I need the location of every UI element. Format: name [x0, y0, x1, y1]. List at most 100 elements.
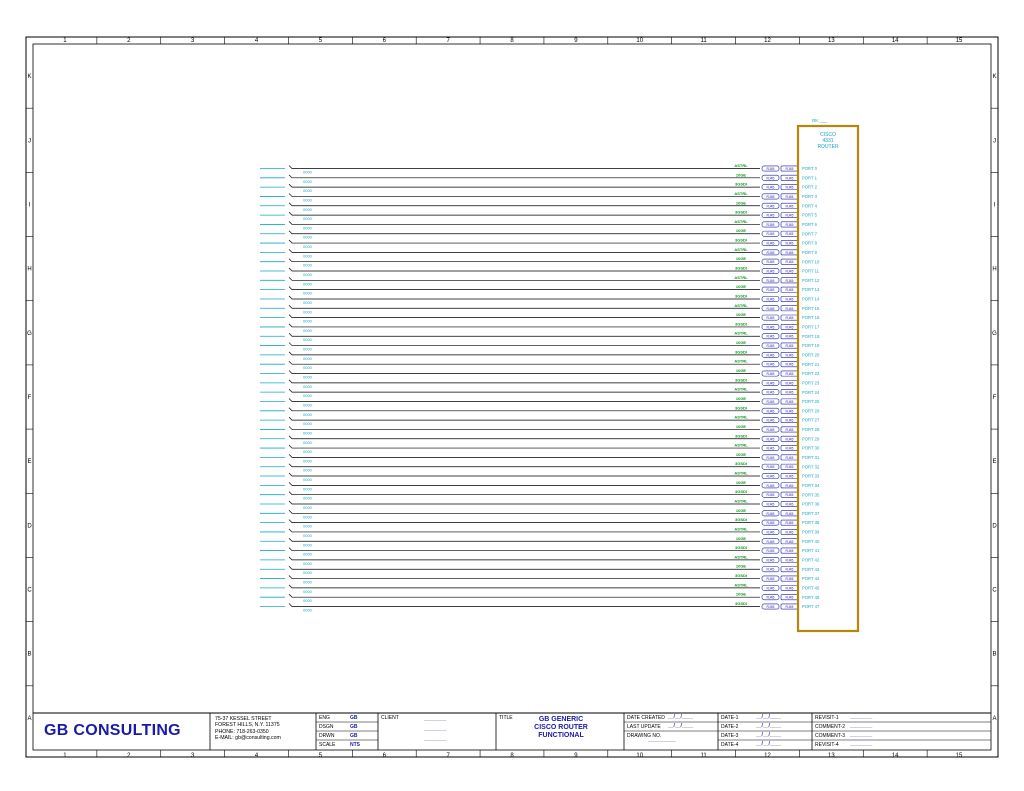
router-port-label: PORT 40 [802, 539, 820, 544]
top-zone-number: 6 [383, 38, 387, 44]
router-port-label: PORT 10 [802, 259, 820, 264]
connector-b-label: RJ45 [786, 558, 794, 562]
left-zone-letter: F [28, 395, 32, 401]
router-port-label: PORT 44 [802, 576, 820, 581]
top-zone-number: 10 [636, 38, 643, 44]
connector-b-label: RJ45 [786, 605, 794, 609]
top-zone-number: 13 [828, 38, 835, 44]
router-port-label: PORT 33 [802, 474, 820, 479]
connector-a-label: RJ45 [767, 596, 775, 600]
right-zone-letter: F [993, 395, 997, 401]
signal-label: 10GE [736, 340, 747, 345]
signal-label: 3GSDI [735, 433, 747, 438]
connector-b-label: RJ45 [786, 363, 794, 367]
connector-b-label: RJ45 [786, 232, 794, 236]
router-port-label: PORT 5 [802, 213, 818, 218]
wire-tick [288, 379, 296, 384]
connector-a-label: RJ45 [767, 195, 775, 199]
signal-label: 3GSDI [735, 461, 747, 466]
router-title: CISCO 4331 ROUTER [798, 132, 858, 150]
wire-label: 0000 [303, 440, 313, 445]
wire-tick [288, 277, 296, 281]
wire-tick [288, 221, 296, 225]
role-value: NTS [350, 742, 360, 748]
wire-tick [288, 305, 296, 309]
connector-a-label: RJ45 [767, 279, 775, 283]
connector-a-label: RJ45 [767, 400, 775, 404]
connector-b-label: RJ45 [786, 437, 794, 441]
wire-tick [288, 565, 296, 570]
right-zone-letter: H [992, 267, 996, 273]
router-port-label: PORT 23 [802, 380, 820, 385]
connector-b-label: RJ45 [786, 577, 794, 581]
drawing-title-line: FUNCTIONAL [538, 732, 584, 739]
router-port-label: PORT 47 [802, 604, 820, 609]
bottom-zone-number: 5 [319, 753, 323, 759]
wire-label: 0000 [303, 524, 313, 529]
signal-label: 3GSDI [735, 377, 747, 382]
connector-b-label: RJ45 [786, 596, 794, 600]
router-port-label: PORT 45 [802, 585, 820, 590]
top-zone-number: 9 [574, 38, 578, 44]
connector-a-label: RJ45 [767, 493, 775, 497]
router-port-label: PORT 8 [802, 241, 818, 246]
left-zone-letter: I [29, 202, 31, 208]
bottom-zone-number: 14 [892, 753, 899, 759]
signal-label: ASTRL [734, 526, 748, 531]
connector-b-label: RJ45 [786, 530, 794, 534]
wire-tick [288, 519, 296, 523]
right-zone-letter: A [992, 716, 996, 722]
wire-label: 0000 [303, 393, 313, 398]
router-port-label: PORT 11 [802, 269, 820, 274]
connector-a-label: RJ45 [767, 428, 775, 432]
wire-label: 0000 [303, 608, 313, 613]
left-zone-letter: D [27, 523, 32, 529]
wire-label: 0000 [303, 272, 313, 277]
wire-tick [288, 388, 296, 393]
connector-a-label: RJ45 [767, 502, 775, 506]
client-line: ________ [424, 726, 447, 732]
signal-label: ASTRL [734, 191, 748, 196]
connector-a-label: RJ45 [767, 568, 775, 572]
signal-label: 10GE [736, 480, 747, 485]
client-line: ________ [424, 716, 447, 722]
top-zone-number: 12 [764, 38, 771, 44]
connector-a-label: RJ45 [767, 167, 775, 171]
connector-a-label: RJ45 [767, 521, 775, 525]
rev-date-value: __/__/____ [756, 723, 782, 729]
left-zone-letter: C [27, 588, 32, 594]
date-value: __/__/____ [668, 723, 694, 729]
right-zone-letter: K [992, 74, 996, 80]
wire-label: 0000 [303, 468, 313, 473]
signal-label: 3GSDI [735, 601, 747, 606]
connector-a-label: RJ45 [767, 270, 775, 274]
wire-label: 0000 [303, 589, 313, 594]
drawing-no-value: __________ [648, 737, 676, 743]
right-zone-letter: G [992, 331, 997, 337]
router-port-label: PORT 36 [802, 502, 820, 507]
connector-b-label: RJ45 [786, 270, 794, 274]
client-line: ________ [424, 736, 447, 742]
connector-a-label: RJ45 [767, 456, 775, 460]
signal-label: 3GSDI [735, 489, 747, 494]
left-zone-letter: E [27, 459, 31, 465]
wire-label: 0000 [303, 598, 313, 603]
wire-tick [288, 351, 296, 356]
wire-tick [288, 183, 296, 188]
company-name: GB CONSULTING [44, 722, 181, 739]
wire-row: 0000 10GE RJ45 RJ45 PORT 7 [260, 228, 818, 240]
left-zone-letter: K [27, 74, 31, 80]
wire-label: 0000 [303, 319, 313, 324]
bottom-zone-number: 6 [383, 753, 387, 759]
connector-a-label: RJ45 [767, 465, 775, 469]
address-line: FOREST HILLS, N.Y. 11375 [215, 722, 280, 729]
connector-a-label: RJ45 [767, 186, 775, 190]
revision-value: ________ [850, 723, 873, 729]
router-port-label: PORT 32 [802, 464, 820, 469]
connector-a-label: RJ45 [767, 381, 775, 385]
left-zone-letter: J [28, 138, 31, 144]
bottom-zone-number: 11 [700, 753, 707, 759]
wire-label: 0000 [303, 197, 313, 202]
router-port-label: PORT 16 [802, 315, 820, 320]
connector-a-label: RJ45 [767, 214, 775, 218]
